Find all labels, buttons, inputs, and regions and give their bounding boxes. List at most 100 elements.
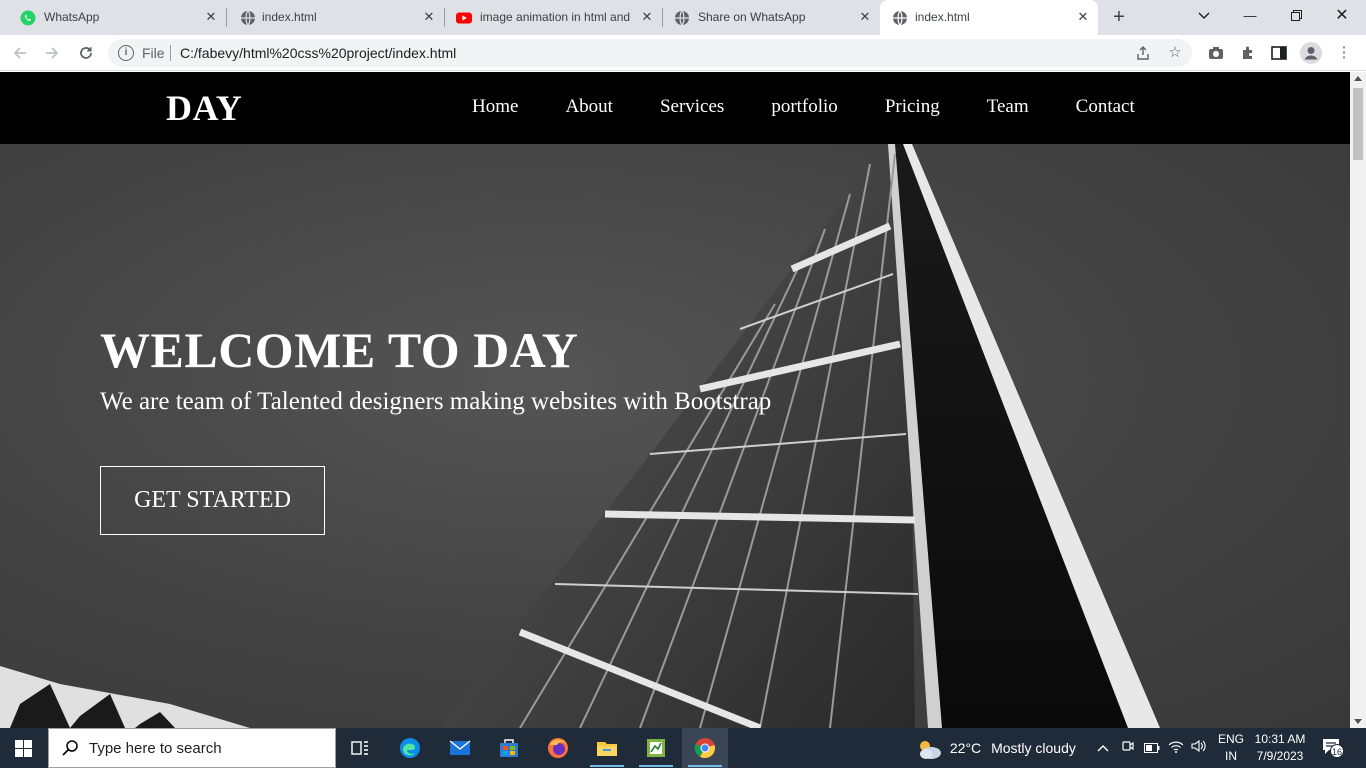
menu-kebab-icon[interactable]: ⋮ [1333, 42, 1355, 64]
mail-icon [449, 740, 471, 755]
nav-link-contact[interactable]: Contact [1076, 96, 1135, 118]
address-bar[interactable]: i File C:/fabevy/html%20css%20project/in… [108, 39, 1192, 67]
nav-link-pricing[interactable]: Pricing [885, 96, 940, 118]
hero-section: WELCOME TO DAY We are team of Talented d… [0, 144, 1350, 728]
firefox-icon [548, 738, 568, 758]
profile-avatar-icon[interactable] [1300, 42, 1322, 64]
tab-title: WhatsApp [44, 10, 100, 24]
site-logo[interactable]: DAY [166, 88, 242, 128]
start-button[interactable] [0, 728, 48, 768]
taskbar-firefox[interactable] [535, 728, 581, 768]
taskbar-store[interactable] [486, 728, 532, 768]
youtube-icon [456, 12, 472, 24]
get-started-button[interactable]: GET STARTED [100, 466, 325, 535]
region-code: IN [1225, 749, 1237, 763]
search-placeholder: Type here to search [89, 740, 222, 757]
nav-link-team[interactable]: Team [987, 96, 1029, 118]
task-view-button[interactable] [337, 728, 383, 768]
nav-link-about[interactable]: About [565, 96, 613, 118]
share-icon[interactable] [1132, 42, 1154, 64]
globe-icon [675, 10, 689, 26]
running-indicator [688, 765, 722, 767]
whatsapp-icon [20, 10, 36, 26]
battery-icon[interactable] [1144, 728, 1160, 768]
restore-button[interactable] [1282, 4, 1310, 28]
notification-center-icon[interactable]: 16 [1322, 738, 1344, 758]
globe-icon [893, 10, 907, 26]
meet-now-icon[interactable] [1121, 728, 1135, 768]
edge-icon [400, 738, 420, 758]
minimize-button[interactable]: — [1236, 4, 1264, 28]
taskbar-file-explorer[interactable] [584, 728, 630, 768]
close-icon[interactable]: ✕ [202, 8, 220, 26]
tab-title: Share on WhatsApp [698, 10, 806, 24]
hero-subtitle: We are team of Talented designers making… [100, 388, 772, 415]
tab-youtube[interactable]: image animation in html and ✕ [444, 0, 663, 35]
new-tab-button[interactable]: + [1108, 6, 1130, 28]
show-hidden-icons-chevron-icon[interactable] [1097, 728, 1109, 768]
weather-description: Mostly cloudy [991, 740, 1076, 756]
close-icon[interactable]: ✕ [420, 8, 438, 26]
site-navbar: DAY Home About Services portfolio Pricin… [0, 72, 1350, 144]
site-info-icon[interactable]: i [118, 45, 134, 61]
scroll-up-arrow-icon[interactable] [1354, 76, 1362, 81]
clock-date: 7/9/2023 [1256, 749, 1304, 763]
hero-building-image [0, 144, 1160, 728]
tab-whatsapp[interactable]: WhatsApp ✕ [0, 0, 227, 35]
hero-title: WELCOME TO DAY [100, 322, 579, 378]
task-view-icon [351, 741, 368, 755]
tab-search-chevron-icon[interactable] [1190, 4, 1218, 28]
tab-share-whatsapp[interactable]: Share on WhatsApp ✕ [662, 0, 880, 35]
taskbar-edge[interactable] [387, 728, 433, 768]
close-icon[interactable]: ✕ [856, 8, 874, 26]
close-window-button[interactable]: ✕ [1328, 4, 1356, 28]
extensions-puzzle-icon[interactable] [1237, 42, 1259, 64]
browser-toolbar: i File C:/fabevy/html%20css%20project/in… [0, 35, 1366, 71]
bookmark-star-icon[interactable]: ☆ [1164, 42, 1186, 64]
scroll-down-arrow-icon[interactable] [1354, 719, 1362, 724]
scrollbar-thumb[interactable] [1353, 88, 1363, 160]
omnibox-divider [170, 45, 171, 61]
page-viewport: DAY Home About Services portfolio Pricin… [0, 72, 1350, 728]
language-code: ENG [1217, 732, 1244, 746]
running-indicator [590, 765, 624, 767]
taskbar-chrome[interactable] [682, 728, 728, 768]
running-indicator [639, 765, 673, 767]
taskbar-sublime-app[interactable] [633, 728, 679, 768]
editor-app-icon [647, 739, 665, 757]
reload-button[interactable] [74, 41, 98, 65]
taskbar-search-box[interactable]: Type here to search [48, 728, 336, 768]
input-language-indicator[interactable]: ENG IN [1216, 731, 1246, 765]
tab-title: index.html [915, 10, 970, 24]
clock-time: 10:31 AM [1254, 732, 1306, 746]
wifi-icon[interactable] [1168, 728, 1184, 768]
windows-taskbar: Type here to search 22°C Mostly cloudy E… [0, 728, 1366, 768]
chrome-icon [694, 738, 715, 759]
back-button[interactable] [8, 41, 32, 65]
taskbar-mail[interactable] [437, 728, 483, 768]
site-nav-links: Home About Services portfolio Pricing Te… [472, 96, 1182, 118]
volume-icon[interactable] [1191, 728, 1207, 768]
tab-title: index.html [262, 10, 317, 24]
tab-index-html[interactable]: index.html ✕ [226, 0, 445, 35]
close-icon[interactable]: ✕ [1074, 8, 1092, 26]
page-scrollbar[interactable] [1350, 72, 1366, 728]
store-icon [500, 739, 518, 757]
nav-link-services[interactable]: Services [660, 96, 724, 118]
close-icon[interactable]: ✕ [638, 8, 656, 26]
weather-widget[interactable]: 22°C Mostly cloudy [916, 728, 1076, 768]
globe-icon [241, 10, 255, 26]
url-text[interactable]: C:/fabevy/html%20css%20project/index.htm… [180, 46, 456, 60]
screenshot-camera-icon[interactable] [1205, 42, 1227, 64]
nav-link-portfolio[interactable]: portfolio [771, 96, 838, 118]
browser-tab-strip: WhatsApp ✕ index.html ✕ image animation … [0, 0, 1366, 35]
tab-index-html-active[interactable]: index.html ✕ [880, 0, 1098, 35]
system-clock[interactable]: 10:31 AM 7/9/2023 [1250, 731, 1310, 765]
cloudy-weather-icon [920, 741, 941, 760]
nav-link-home[interactable]: Home [472, 96, 518, 118]
file-explorer-icon [597, 742, 617, 756]
forward-button[interactable] [40, 41, 64, 65]
side-panel-icon[interactable] [1268, 42, 1290, 64]
url-scheme-label: File [142, 45, 165, 61]
weather-temperature: 22°C [949, 740, 982, 756]
